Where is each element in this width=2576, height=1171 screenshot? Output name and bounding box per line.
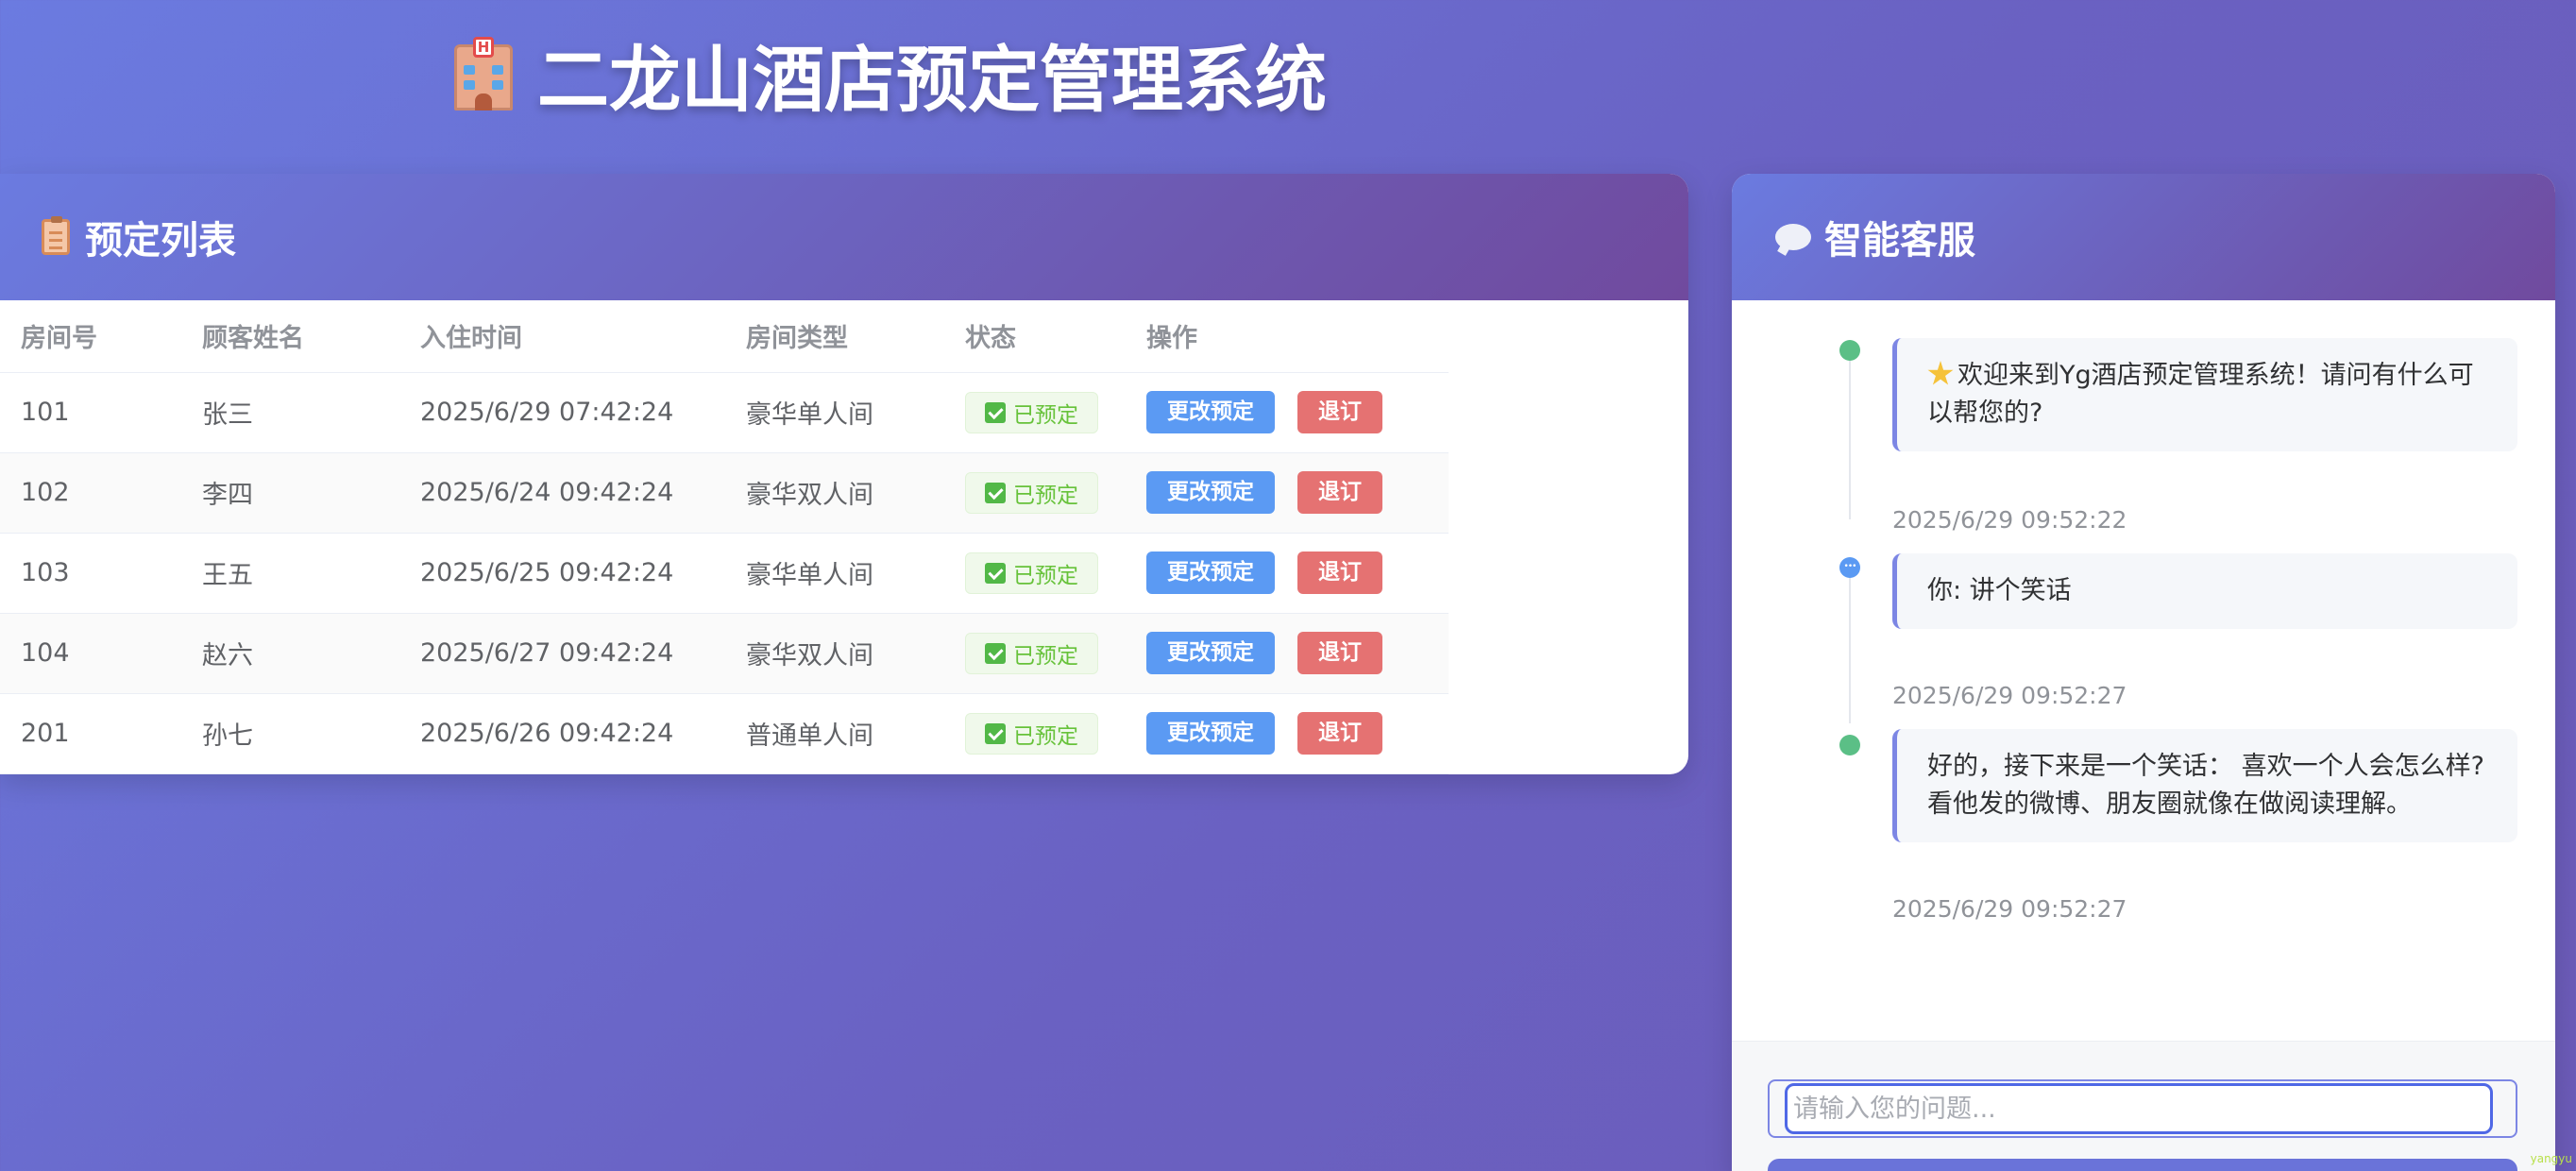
- table-row: 102 李四 2025/6/24 09:42:24 豪华双人间 已预定 更改预定…: [0, 452, 1449, 534]
- cancel-booking-button[interactable]: 退订: [1297, 712, 1382, 755]
- chat-header: 智能客服: [1732, 174, 2555, 300]
- status-text: 已预定: [1013, 402, 1078, 428]
- message-bubble: 你: 讲个笑话: [1892, 553, 2517, 629]
- checkin-time: 2025/6/24 09:42:24: [399, 452, 725, 534]
- table-header-row: 房间号 顾客姓名 入住时间 房间类型 状态 操作: [0, 300, 1449, 373]
- customer-name: 赵六: [181, 613, 399, 694]
- input-wrapper: [1768, 1079, 2517, 1138]
- chat-input-area: [1732, 1041, 2555, 1171]
- table-row: 103 王五 2025/6/25 09:42:24 豪华单人间 已预定 更改预定…: [0, 533, 1449, 614]
- check-icon: [985, 642, 1006, 664]
- message-text: 好的，接下来是一个笑话： 喜欢一个人会怎么样? 看他发的微博、朋友圈就像在做阅读…: [1927, 752, 2484, 819]
- timeline-connector: [1849, 569, 1851, 723]
- chat-timeline: 欢迎来到Yg酒店预定管理系统！请问有什么可以帮您的? 2025/6/29 09:…: [1732, 300, 2555, 923]
- checkin-time: 2025/6/25 09:42:24: [399, 533, 725, 614]
- status-text: 已预定: [1013, 643, 1078, 669]
- timeline-connector: [1849, 349, 1851, 519]
- booking-panel-title: 预定列表: [85, 219, 236, 263]
- bot-dot-icon: [1839, 340, 1860, 361]
- cancel-booking-button[interactable]: 退订: [1297, 552, 1382, 594]
- message-timestamp: 2025/6/29 09:52:27: [1892, 895, 2127, 923]
- room-type: 豪华双人间: [725, 613, 944, 694]
- room-number: 102: [0, 452, 181, 534]
- page-title-text: 二龙山酒店预定管理系统: [537, 38, 1327, 122]
- customer-name: 张三: [181, 372, 399, 453]
- cancel-booking-button[interactable]: 退订: [1297, 391, 1382, 433]
- message-bubble: 欢迎来到Yg酒店预定管理系统！请问有什么可以帮您的?: [1892, 338, 2517, 451]
- watermark: yangyu: [2530, 1152, 2572, 1165]
- booking-panel-header: 预定列表: [0, 174, 1688, 300]
- edit-booking-button[interactable]: 更改预定: [1146, 632, 1275, 674]
- checkin-time: 2025/6/29 07:42:24: [399, 372, 725, 453]
- chat-input[interactable]: [1785, 1083, 2493, 1134]
- status-badge: 已预定: [965, 552, 1098, 594]
- room-number: 101: [0, 372, 181, 453]
- column-header-name: 顾客姓名: [181, 300, 399, 373]
- message-text: 欢迎来到Yg酒店预定管理系统！请问有什么可以帮您的?: [1927, 361, 2474, 428]
- status-badge: 已预定: [965, 632, 1098, 674]
- cancel-booking-button[interactable]: 退订: [1297, 471, 1382, 514]
- message-timestamp: 2025/6/29 09:52:22: [1892, 506, 2127, 534]
- room-number: 104: [0, 613, 181, 694]
- status-text: 已预定: [1013, 723, 1078, 749]
- room-number: 103: [0, 533, 181, 614]
- room-type: 普通单人间: [725, 693, 944, 774]
- column-header-checkin: 入住时间: [399, 300, 725, 373]
- booking-panel: 预定列表 房间号 顾客姓名 入住时间 房间类型 状态 操作 101 张三 202…: [0, 174, 1688, 774]
- table-row: 104 赵六 2025/6/27 09:42:24 豪华双人间 已预定 更改预定…: [0, 613, 1449, 694]
- status-text: 已预定: [1013, 563, 1078, 588]
- status-badge: 已预定: [965, 391, 1098, 433]
- status-badge: 已预定: [965, 471, 1098, 514]
- check-icon: [985, 482, 1006, 503]
- edit-booking-button[interactable]: 更改预定: [1146, 471, 1275, 514]
- room-type: 豪华单人间: [725, 533, 944, 614]
- customer-name: 王五: [181, 533, 399, 614]
- checkin-time: 2025/6/27 09:42:24: [399, 613, 725, 694]
- edit-booking-button[interactable]: 更改预定: [1146, 552, 1275, 594]
- message-text: 你: 讲个笑话: [1927, 576, 2072, 605]
- check-icon: [985, 722, 1006, 744]
- column-header-status: 状态: [944, 300, 1126, 373]
- star-icon: [1927, 361, 1954, 385]
- chat-panel: 智能客服 欢迎来到Yg酒店预定管理系统！请问有什么可以帮您的? 2025/6/2…: [1732, 174, 2555, 1171]
- column-header-type: 房间类型: [725, 300, 944, 373]
- status-text: 已预定: [1013, 483, 1078, 508]
- check-icon: [985, 562, 1006, 584]
- edit-booking-button[interactable]: 更改预定: [1146, 712, 1275, 755]
- room-type: 豪华双人间: [725, 452, 944, 534]
- page-title: H 二龙山酒店预定管理系统: [0, 26, 1775, 122]
- status-badge: 已预定: [965, 712, 1098, 755]
- chat-title: 智能客服: [1824, 219, 1975, 263]
- bot-dot-icon: [1839, 735, 1860, 755]
- column-header-actions: 操作: [1126, 300, 1449, 373]
- message-bubble: 好的，接下来是一个笑话： 喜欢一个人会怎么样? 看他发的微博、朋友圈就像在做阅读…: [1892, 729, 2517, 842]
- message-timestamp: 2025/6/29 09:52:27: [1892, 682, 2127, 709]
- cancel-booking-button[interactable]: 退订: [1297, 632, 1382, 674]
- column-header-room: 房间号: [0, 300, 181, 373]
- customer-name: 李四: [181, 452, 399, 534]
- customer-name: 孙七: [181, 693, 399, 774]
- table-row: 101 张三 2025/6/29 07:42:24 豪华单人间 已预定 更改预定…: [0, 372, 1449, 453]
- send-button[interactable]: [1768, 1159, 2517, 1171]
- user-dot-icon: [1839, 557, 1860, 578]
- hotel-icon: H: [449, 37, 518, 110]
- clipboard-icon: [42, 216, 70, 255]
- room-type: 豪华单人间: [725, 372, 944, 453]
- room-number: 201: [0, 693, 181, 774]
- table-row: 201 孙七 2025/6/26 09:42:24 普通单人间 已预定 更改预定…: [0, 693, 1449, 774]
- speech-bubble-icon: [1775, 224, 1811, 250]
- check-icon: [985, 401, 1006, 423]
- checkin-time: 2025/6/26 09:42:24: [399, 693, 725, 774]
- edit-booking-button[interactable]: 更改预定: [1146, 391, 1275, 433]
- booking-table: 房间号 顾客姓名 入住时间 房间类型 状态 操作 101 张三 2025/6/2…: [0, 300, 1449, 774]
